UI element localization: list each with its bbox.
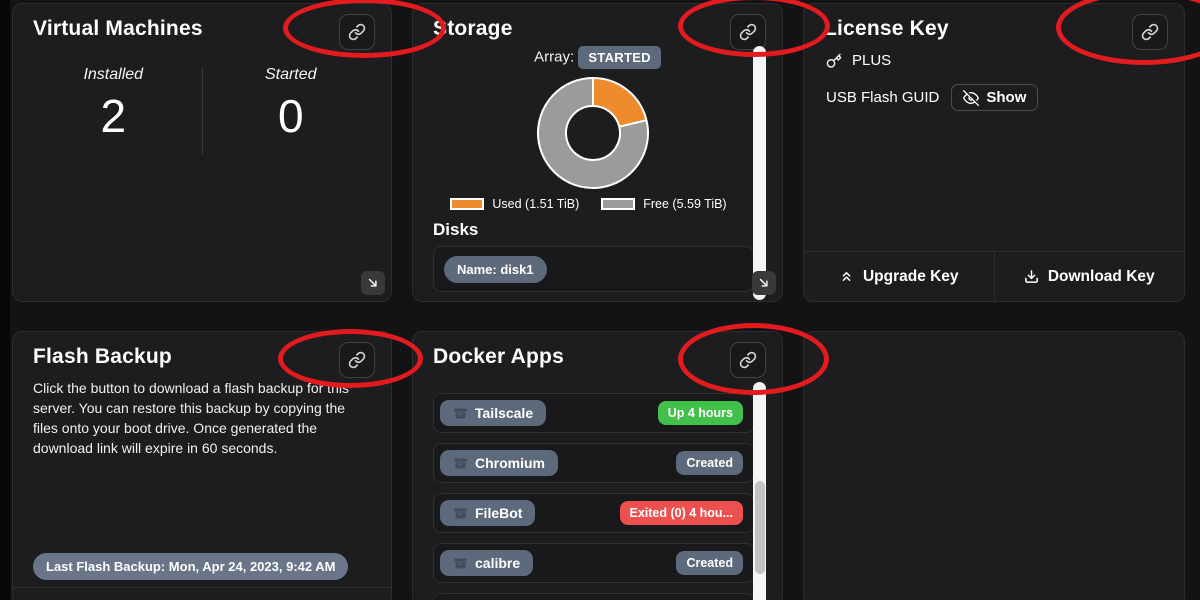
- array-label: Array:: [534, 48, 574, 65]
- docker-app-status-badge: Up 4 hours: [658, 401, 743, 425]
- key-icon: [826, 53, 842, 69]
- vm-started-value: 0: [203, 92, 380, 140]
- flash-footer-divider: [13, 587, 391, 588]
- link-icon: [739, 23, 757, 41]
- disks-heading: Disks: [433, 220, 478, 240]
- docker-app-name-pill: calibre: [440, 550, 533, 576]
- show-guid-button[interactable]: Show: [951, 84, 1038, 111]
- storage-card: Storage Array: STARTED Used (1.51 TiB) F…: [412, 3, 783, 302]
- virtual-machines-card: Virtual Machines Installed 2 Started 0: [12, 3, 392, 302]
- docker-app-row[interactable]: Tailscale Up 4 hours: [433, 393, 754, 433]
- docker-app-name: calibre: [475, 555, 520, 571]
- license-key-card: License Key PLUS USB Flash GUID Show Upg…: [803, 3, 1185, 302]
- resize-arrow-icon: [366, 276, 380, 290]
- flash-backup-description: Click the button to download a flash bac…: [33, 378, 371, 458]
- disk-row[interactable]: Name: disk1: [433, 246, 754, 292]
- storage-resize-handle[interactable]: [752, 271, 776, 295]
- docker-app-row[interactable]: Chromium Created: [433, 443, 754, 483]
- docker-app-name-pill: Chromium: [440, 450, 558, 476]
- dashboard: Virtual Machines Installed 2 Started 0 S…: [0, 0, 1200, 600]
- chevrons-up-icon: [839, 269, 854, 284]
- docker-app-status-badge: Exited (0) 4 hou...: [620, 501, 744, 525]
- docker-app-name: Tailscale: [475, 405, 533, 421]
- last-flash-backup-badge: Last Flash Backup: Mon, Apr 24, 2023, 9:…: [33, 553, 348, 580]
- container-box-icon: [453, 456, 468, 471]
- docker-app-status-badge: Created: [676, 551, 743, 575]
- license-tier-row: PLUS: [826, 52, 891, 69]
- license-tier-label: PLUS: [852, 52, 891, 69]
- guid-label: USB Flash GUID: [826, 89, 939, 106]
- show-button-label: Show: [986, 89, 1026, 106]
- link-icon: [348, 351, 366, 369]
- container-box-icon: [453, 406, 468, 421]
- eye-off-icon: [963, 90, 979, 106]
- storage-title: Storage: [433, 14, 513, 44]
- docker-apps-card: Docker Apps Tailscale Up 4 hours Chromiu…: [412, 331, 783, 600]
- download-key-label: Download Key: [1048, 268, 1155, 286]
- docker-app-name-pill: FileBot: [440, 500, 535, 526]
- docker-app-name-pill: Tailscale: [440, 400, 546, 426]
- docker-app-row[interactable]: FileBot Exited (0) 4 hou...: [433, 493, 754, 533]
- license-footer: Upgrade Key Download Key: [804, 251, 1184, 301]
- virtual-machines-title: Virtual Machines: [33, 14, 203, 44]
- flash-backup-card: Flash Backup Click the button to downloa…: [12, 331, 392, 600]
- license-key-title: License Key: [824, 14, 949, 44]
- docker-app-name: FileBot: [475, 505, 522, 521]
- storage-donut-chart: [536, 76, 650, 190]
- docker-scrollbar-thumb[interactable]: [755, 481, 765, 574]
- vm-installed-value: 2: [25, 92, 202, 140]
- link-icon: [739, 351, 757, 369]
- legend-swatch-free: [601, 198, 635, 210]
- docker-app-row-partial[interactable]: [433, 593, 754, 600]
- link-icon: [348, 23, 366, 41]
- docker-app-list: Tailscale Up 4 hours Chromium Created Fi…: [433, 393, 754, 593]
- empty-card: [803, 331, 1185, 600]
- vm-installed-label: Installed: [25, 66, 202, 84]
- array-status-badge: STARTED: [578, 46, 661, 69]
- download-icon: [1024, 269, 1039, 284]
- legend-swatch-used: [450, 198, 484, 210]
- docker-link-button[interactable]: [730, 342, 766, 378]
- storage-chart-legend: Used (1.51 TiB) Free (5.59 TiB): [413, 197, 764, 211]
- vm-installed-stat: Installed 2: [25, 66, 202, 154]
- container-box-icon: [453, 506, 468, 521]
- download-key-button[interactable]: Download Key: [994, 252, 1185, 301]
- upgrade-key-label: Upgrade Key: [863, 268, 959, 286]
- license-link-button[interactable]: [1132, 14, 1168, 50]
- docker-app-row[interactable]: calibre Created: [433, 543, 754, 583]
- container-box-icon: [453, 556, 468, 571]
- disk-name-pill: Name: disk1: [444, 256, 547, 283]
- virtual-machines-link-button[interactable]: [339, 14, 375, 50]
- legend-label-used: Used (1.51 TiB): [492, 197, 579, 211]
- resize-arrow-icon: [757, 276, 771, 290]
- flash-backup-link-button[interactable]: [339, 342, 375, 378]
- vm-resize-handle[interactable]: [361, 271, 385, 295]
- page-left-edge: [0, 0, 10, 600]
- vm-started-label: Started: [203, 66, 380, 84]
- array-status-row: Array: STARTED: [413, 46, 782, 69]
- flash-backup-title: Flash Backup: [33, 342, 172, 372]
- license-guid-row: USB Flash GUID Show: [826, 84, 1038, 111]
- legend-label-free: Free (5.59 TiB): [643, 197, 726, 211]
- link-icon: [1141, 23, 1159, 41]
- storage-link-button[interactable]: [730, 14, 766, 50]
- docker-app-status-badge: Created: [676, 451, 743, 475]
- vm-started-stat: Started 0: [203, 66, 380, 154]
- upgrade-key-button[interactable]: Upgrade Key: [804, 252, 994, 301]
- docker-apps-title: Docker Apps: [433, 342, 564, 372]
- storage-scrollbar[interactable]: [753, 46, 766, 300]
- docker-scrollbar[interactable]: [753, 382, 766, 600]
- docker-app-name: Chromium: [475, 455, 545, 471]
